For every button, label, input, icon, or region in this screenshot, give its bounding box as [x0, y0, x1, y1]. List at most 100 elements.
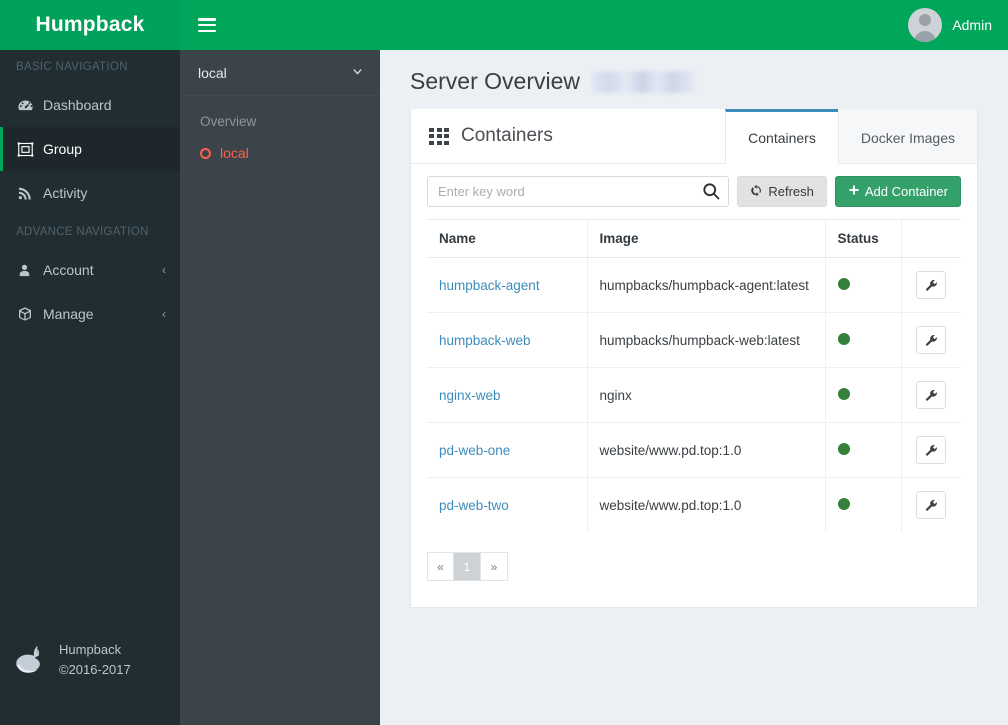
- cell-actions: [901, 422, 961, 478]
- container-link[interactable]: humpback-agent: [439, 278, 540, 293]
- sidebar-item-label: Dashboard: [43, 97, 112, 113]
- sidebar-footer: Humpback ©2016-2017: [0, 640, 180, 680]
- container-link[interactable]: pd-web-two: [439, 498, 509, 513]
- cell-status: [825, 477, 902, 532]
- group-list-item-label: local: [220, 145, 249, 161]
- wrench-icon[interactable]: [916, 326, 947, 354]
- rss-icon: [17, 185, 39, 201]
- status-dot: [837, 277, 850, 290]
- sidebar-item-label: Group: [43, 141, 82, 157]
- containers-panel: Containers Containers Docker Images Ente…: [410, 109, 978, 608]
- footer-name: Humpback: [59, 641, 122, 657]
- container-link[interactable]: humpback-web: [439, 333, 531, 348]
- sidebar-item-account[interactable]: Account ‹: [0, 248, 180, 292]
- cell-name: pd-web-two: [427, 477, 588, 532]
- status-dot: [837, 497, 850, 510]
- container-link[interactable]: nginx-web: [439, 388, 501, 403]
- sidebar-item-label: Activity: [43, 185, 88, 201]
- refresh-icon: [750, 184, 763, 200]
- cell-actions: [901, 312, 961, 368]
- secondary-sidebar: local Overview local: [180, 50, 380, 725]
- cell-status: [825, 422, 902, 478]
- add-container-button[interactable]: Add Container: [834, 176, 961, 207]
- table-header-row: Name Image Status: [427, 219, 961, 258]
- container-link[interactable]: pd-web-one: [439, 443, 510, 458]
- cell-image: humpbacks/humpback-web:latest: [587, 312, 826, 368]
- group-select[interactable]: local: [180, 50, 380, 96]
- primary-sidebar: BASIC NAVIGATION Dashboard Group Activit…: [0, 50, 180, 725]
- pagination-prev[interactable]: «: [427, 552, 454, 581]
- cell-name: humpback-web: [427, 312, 588, 368]
- refresh-label: Refresh: [768, 184, 814, 199]
- page-title: Server Overview: [396, 64, 992, 109]
- pagination-page-1[interactable]: 1: [454, 552, 481, 581]
- wrench-icon[interactable]: [916, 436, 947, 464]
- top-header: Humpback Admin: [0, 0, 1008, 50]
- wrench-icon[interactable]: [916, 491, 947, 519]
- chevron-left-icon: ‹: [162, 307, 166, 321]
- brand-logo[interactable]: Humpback: [0, 0, 180, 50]
- wrench-icon[interactable]: [916, 271, 947, 299]
- group-list-heading: Overview: [200, 114, 257, 129]
- cell-actions: [901, 367, 961, 423]
- status-dot: [837, 442, 850, 455]
- redacted-host-badge: [591, 70, 696, 93]
- nav-section-advance: ADVANCE NAVIGATION: [16, 226, 149, 238]
- search-input[interactable]: [427, 176, 730, 207]
- table-row: humpback-agent humpbacks/humpback-agent:…: [427, 257, 961, 313]
- nav-section-basic: BASIC NAVIGATION: [16, 61, 128, 73]
- table-header: Name Image Status: [427, 219, 961, 258]
- main-content: Server Overview Containers Containers Do…: [380, 50, 1008, 725]
- hamburger-icon[interactable]: [198, 18, 216, 32]
- status-dot: [837, 332, 850, 345]
- table-row: pd-web-one website/www.pd.top:1.0: [427, 422, 961, 478]
- sidebar-item-label: Account: [43, 262, 94, 278]
- cell-name: nginx-web: [427, 367, 588, 423]
- search-icon[interactable]: [701, 181, 721, 201]
- cell-image: humpbacks/humpback-agent:latest: [587, 257, 826, 313]
- brand-title: Humpback: [35, 13, 145, 36]
- table-row: humpback-web humpbacks/humpback-web:late…: [427, 312, 961, 368]
- chevron-down-icon: [351, 65, 364, 81]
- app-root: Humpback Admin BASIC NAVIGATION Dashboar…: [0, 0, 1008, 725]
- cell-actions: [901, 477, 961, 532]
- group-list: Overview local: [180, 96, 380, 169]
- circle-icon: [200, 147, 211, 159]
- table-body: humpback-agent humpbacks/humpback-agent:…: [427, 257, 961, 532]
- sidebar-item-activity[interactable]: Activity: [0, 171, 180, 215]
- status-dot: [837, 387, 850, 400]
- sidebar-item-label: Manage: [43, 306, 94, 322]
- user-menu[interactable]: Admin: [908, 8, 992, 42]
- panel-tabs: Containers Docker Images: [725, 109, 977, 164]
- user-icon: [17, 263, 39, 278]
- pagination-next[interactable]: »: [481, 552, 508, 581]
- group-list-item-local[interactable]: local: [180, 137, 380, 169]
- object-group-icon: [17, 141, 39, 158]
- panel-toolbar: Refresh Add Container: [411, 164, 977, 217]
- sidebar-item-manage[interactable]: Manage ‹: [0, 292, 180, 336]
- tab-docker-images[interactable]: Docker Images: [837, 109, 977, 163]
- tachometer-icon: [17, 97, 39, 114]
- tab-containers[interactable]: Containers: [725, 109, 838, 164]
- refresh-button[interactable]: Refresh: [737, 176, 827, 207]
- wrench-icon[interactable]: [916, 381, 947, 409]
- group-select-value: local: [198, 64, 227, 81]
- sidebar-item-group[interactable]: Group: [0, 127, 180, 171]
- panel-title-text: Containers: [461, 125, 553, 146]
- cube-icon: [17, 306, 39, 322]
- table-row: pd-web-two website/www.pd.top:1.0: [427, 477, 961, 532]
- column-header-name: Name: [427, 219, 588, 258]
- sidebar-item-dashboard[interactable]: Dashboard: [0, 83, 180, 127]
- chevron-left-icon: ‹: [162, 263, 166, 277]
- cell-status: [825, 257, 902, 313]
- containers-table: Name Image Status humpback-agent humpbac…: [427, 219, 961, 532]
- cell-name: pd-web-one: [427, 422, 588, 478]
- pagination: « 1 »: [427, 552, 961, 581]
- grid-icon: [429, 127, 449, 145]
- sidebar-footer-text: Humpback ©2016-2017: [59, 640, 131, 680]
- top-header-bar: Admin: [180, 0, 1008, 50]
- cell-status: [825, 312, 902, 368]
- search-wrapper: [427, 176, 730, 207]
- cell-image: website/www.pd.top:1.0: [587, 477, 826, 532]
- cell-status: [825, 367, 902, 423]
